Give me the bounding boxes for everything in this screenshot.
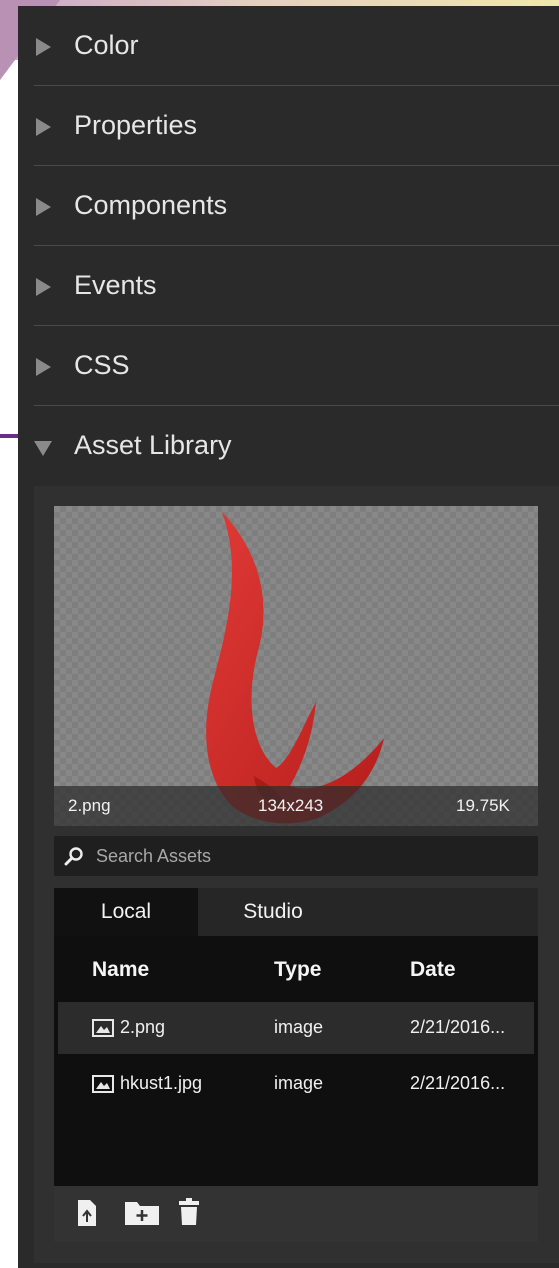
column-header-date[interactable]: Date (410, 958, 456, 982)
image-file-icon (92, 1075, 114, 1093)
asset-type: image (274, 1073, 324, 1093)
preview-info-bar: 2.png 134x243 19.75K (54, 786, 538, 826)
section-label-components: Components (74, 190, 228, 220)
column-header-type[interactable]: Type (274, 958, 321, 982)
expand-arrow-icon (36, 278, 51, 296)
asset-name: hkust1.jpg (120, 1073, 203, 1093)
asset-date: 2/21/2016... (410, 1073, 506, 1093)
search-placeholder: Search Assets (96, 846, 212, 866)
column-header-name[interactable]: Name (92, 958, 149, 982)
asset-library-content: 2.png 134x243 19.75K Search Assets Local… (34, 486, 559, 1263)
new-folder-icon[interactable] (124, 1198, 160, 1226)
section-events[interactable]: Events (34, 246, 559, 326)
expand-arrow-icon (36, 38, 51, 56)
tab-local[interactable]: Local (54, 888, 198, 936)
expand-arrow-icon (36, 198, 51, 216)
section-asset-library[interactable]: Asset Library (34, 406, 559, 486)
expand-arrow-icon (36, 118, 51, 136)
preview-filename: 2.png (68, 796, 111, 815)
properties-panel: Color Properties Components Events CSS A… (18, 6, 559, 1268)
preview-filesize: 19.75K (456, 796, 510, 815)
section-color[interactable]: Color (34, 6, 559, 86)
section-label-events: Events (74, 270, 157, 300)
preview-dimensions: 134x243 (258, 796, 324, 815)
delete-icon[interactable] (178, 1198, 200, 1226)
asset-name: 2.png (120, 1017, 166, 1037)
asset-list: Name Type Date 2.png image 2/21/2016... … (54, 936, 538, 1186)
section-label-asset-library: Asset Library (74, 430, 232, 460)
asset-toolbar (54, 1186, 538, 1242)
asset-preview-image (206, 512, 384, 824)
asset-preview: 2.png 134x243 19.75K (54, 506, 538, 826)
table-row[interactable]: 2.png image 2/21/2016... (58, 1002, 534, 1054)
tab-studio[interactable]: Studio (198, 888, 348, 936)
section-label-css: CSS (74, 350, 130, 380)
table-row[interactable]: hkust1.jpg image 2/21/2016... (58, 1058, 534, 1110)
image-file-icon (92, 1019, 114, 1037)
search-assets-input[interactable]: Search Assets (54, 836, 538, 876)
section-components[interactable]: Components (34, 166, 559, 246)
section-label-color: Color (74, 30, 139, 60)
search-icon (64, 847, 83, 866)
section-css[interactable]: CSS (34, 326, 559, 406)
collapse-arrow-icon (34, 441, 52, 456)
asset-date: 2/21/2016... (410, 1017, 506, 1037)
asset-tabs: Local Studio (54, 888, 538, 936)
upload-file-icon[interactable] (76, 1198, 98, 1228)
asset-type: image (274, 1017, 324, 1037)
section-label-properties: Properties (74, 110, 198, 140)
expand-arrow-icon (36, 358, 51, 376)
section-properties[interactable]: Properties (34, 86, 559, 166)
